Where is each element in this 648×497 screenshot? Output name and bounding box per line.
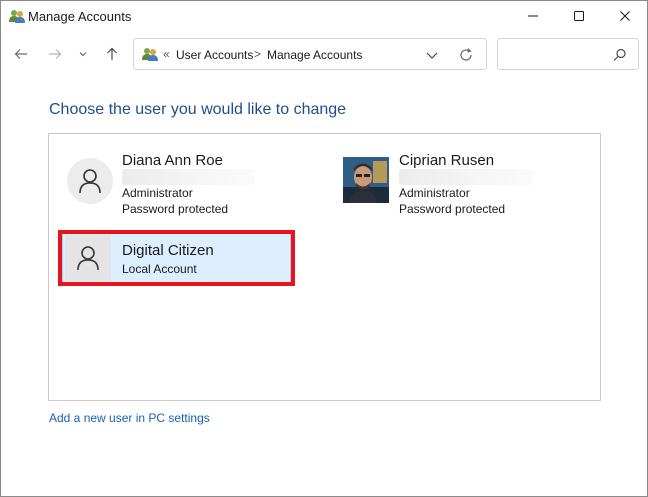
user-icon <box>79 169 101 194</box>
maximize-button[interactable] <box>556 1 602 31</box>
arrow-left-icon <box>14 49 27 59</box>
window-title: Manage Accounts <box>28 9 132 24</box>
red-highlight-frame <box>58 230 295 286</box>
account-type: Administrator <box>122 186 193 200</box>
manage-accounts-window: Manage Accounts « User Accounts > Manage <box>0 0 648 497</box>
forward-button[interactable] <box>43 42 67 66</box>
minimize-button[interactable] <box>510 1 556 31</box>
close-button[interactable] <box>602 1 648 31</box>
chevron-down-icon[interactable] <box>424 47 440 63</box>
user-photo <box>343 157 389 203</box>
search-input[interactable] <box>497 38 639 70</box>
close-icon <box>620 11 630 21</box>
up-button[interactable] <box>100 42 124 66</box>
breadcrumb-user-accounts[interactable]: User Accounts <box>176 48 253 62</box>
address-bar[interactable]: « User Accounts > Manage Accounts <box>133 38 487 70</box>
title-bar: Manage Accounts <box>1 1 647 31</box>
account-diana-ann-roe[interactable]: Diana Ann Roe Administrator Password pro… <box>62 149 292 219</box>
avatar <box>67 158 113 204</box>
account-status: Password protected <box>122 202 229 216</box>
arrow-up-icon <box>107 47 117 60</box>
breadcrumb-manage-accounts[interactable]: Manage Accounts <box>267 48 362 62</box>
account-ciprian-rusen[interactable]: Ciprian Rusen Administrator Password pro… <box>341 149 571 219</box>
account-type: Administrator <box>399 186 470 200</box>
account-name: Ciprian Rusen <box>399 152 495 169</box>
breadcrumb-separator[interactable]: > <box>254 47 261 61</box>
back-button[interactable] <box>9 42 33 66</box>
breadcrumb-overflow[interactable]: « <box>163 47 170 61</box>
account-name: Diana Ann Roe <box>122 152 223 169</box>
redacted-email <box>122 169 255 185</box>
redacted-email <box>399 169 534 185</box>
chevron-down-icon <box>79 52 87 57</box>
user-accounts-icon <box>142 48 158 61</box>
add-new-user-link[interactable]: Add a new user in PC settings <box>49 411 210 425</box>
recent-locations-button[interactable] <box>73 42 93 66</box>
page-title: Choose the user you would like to change <box>49 101 347 118</box>
minimize-icon <box>528 15 538 17</box>
refresh-icon[interactable] <box>458 47 474 63</box>
search-icon <box>613 48 626 61</box>
maximize-icon <box>574 11 584 21</box>
arrow-right-icon <box>49 49 62 59</box>
users-icon <box>9 10 25 23</box>
account-status: Password protected <box>399 202 506 216</box>
